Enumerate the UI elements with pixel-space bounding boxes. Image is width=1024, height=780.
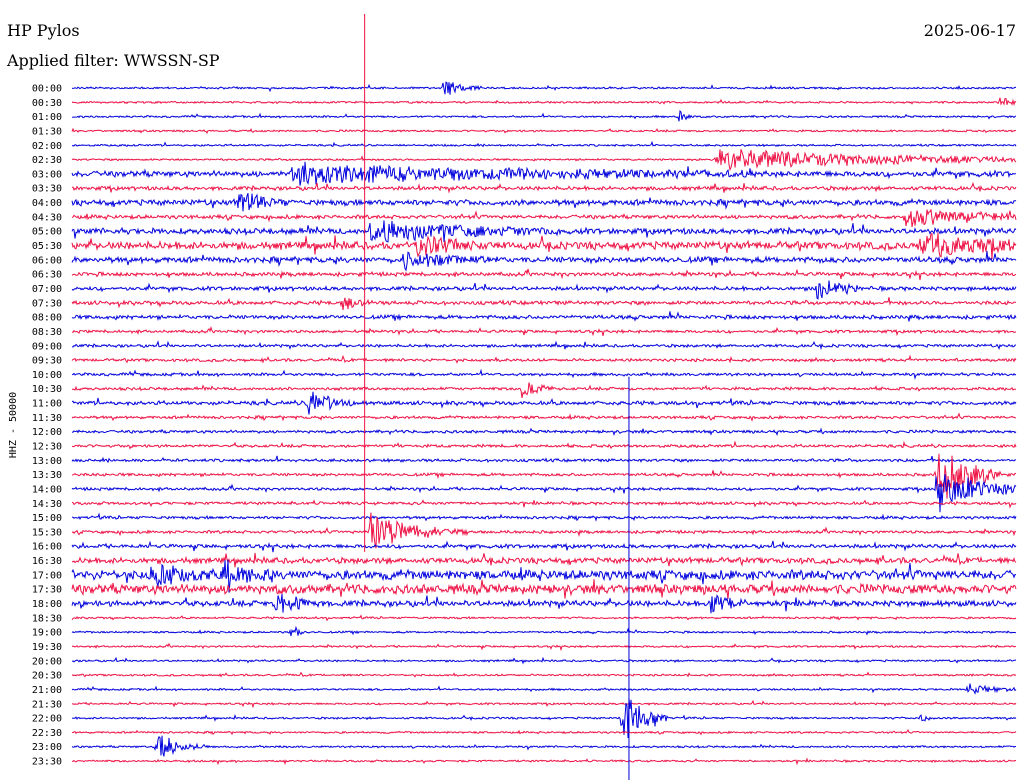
row-time-label: 11:30 bbox=[32, 413, 62, 424]
row-time-label: 22:30 bbox=[32, 728, 62, 739]
row-time-label: 22:00 bbox=[32, 714, 62, 725]
trace-row bbox=[71, 220, 1017, 243]
row-time-label: 19:00 bbox=[32, 628, 62, 639]
row-time-label: 21:00 bbox=[32, 685, 62, 696]
row-time-label: 10:00 bbox=[32, 370, 62, 381]
row-time-label: 23:00 bbox=[32, 742, 62, 753]
trace-row bbox=[71, 97, 1017, 107]
row-time-label: 18:00 bbox=[32, 599, 62, 610]
row-time-label: 08:00 bbox=[32, 313, 62, 324]
trace-row bbox=[71, 140, 1017, 148]
row-time-label: 14:30 bbox=[32, 499, 62, 510]
trace-row bbox=[71, 109, 1017, 122]
trace-row bbox=[71, 455, 1016, 464]
row-time-label: 01:30 bbox=[32, 126, 62, 137]
trace-row bbox=[71, 382, 1016, 398]
row-time-label: 17:30 bbox=[32, 585, 62, 596]
trace-row bbox=[71, 368, 1017, 380]
trace-row bbox=[71, 280, 1017, 300]
row-time-label: 15:30 bbox=[32, 527, 62, 538]
trace-row bbox=[71, 391, 1017, 415]
row-time-label: 07:30 bbox=[32, 298, 62, 309]
trace-row bbox=[71, 552, 1017, 568]
row-time-label: 02:30 bbox=[32, 155, 62, 166]
row-time-label: 02:00 bbox=[32, 141, 62, 152]
row-time-label: 14:00 bbox=[32, 484, 62, 495]
row-time-label: 12:30 bbox=[32, 442, 62, 453]
trace-row bbox=[71, 181, 1017, 194]
trace-row bbox=[71, 232, 1017, 260]
row-time-label: 19:30 bbox=[32, 642, 62, 653]
row-time-label: 00:00 bbox=[32, 84, 62, 95]
trace-row bbox=[71, 311, 1017, 322]
row-time-label: 16:30 bbox=[32, 556, 62, 567]
trace-row bbox=[71, 127, 1017, 134]
row-time-label: 07:00 bbox=[32, 284, 62, 295]
row-time-label: 18:30 bbox=[32, 613, 62, 624]
row-time-label: 04:00 bbox=[32, 198, 62, 209]
trace-row bbox=[71, 540, 1017, 553]
trace-row bbox=[71, 671, 1017, 678]
row-time-label: 06:00 bbox=[32, 255, 62, 266]
trace-row bbox=[71, 757, 1017, 766]
trace-row bbox=[71, 81, 1017, 95]
row-time-label: 20:30 bbox=[32, 671, 62, 682]
trace-row bbox=[71, 614, 1017, 622]
row-time-label: 13:00 bbox=[32, 456, 62, 467]
trace-row bbox=[71, 193, 1017, 212]
trace-row bbox=[71, 656, 1017, 665]
row-time-label: 01:00 bbox=[32, 112, 62, 123]
row-time-label: 04:30 bbox=[32, 212, 62, 223]
trace-row bbox=[71, 325, 1017, 337]
trace-row bbox=[71, 735, 1016, 757]
trace-row bbox=[71, 642, 1017, 652]
trace-row bbox=[71, 354, 1017, 364]
row-time-label: 11:00 bbox=[32, 399, 62, 410]
trace-row bbox=[71, 161, 1017, 186]
row-time-label: 05:30 bbox=[32, 241, 62, 252]
row-time-label: 08:30 bbox=[32, 327, 62, 338]
row-time-label: 10:30 bbox=[32, 384, 62, 395]
trace-row bbox=[71, 579, 1017, 599]
row-time-label: 15:00 bbox=[32, 513, 62, 524]
trace-row bbox=[71, 209, 1017, 228]
trace-row bbox=[71, 699, 1017, 709]
row-time-label: 17:00 bbox=[32, 570, 62, 581]
row-time-label: 05:00 bbox=[32, 227, 62, 238]
row-time-label: 13:30 bbox=[32, 470, 62, 481]
helicorder-plot: HHZ - 50000 00:00 00:30 01:00 01:30 02:00 02:3… bbox=[8, 14, 1017, 780]
row-time-label: 23:30 bbox=[32, 757, 62, 768]
row-time-label: 20:00 bbox=[32, 656, 62, 667]
row-time-label: 09:00 bbox=[32, 341, 62, 352]
trace-row bbox=[71, 512, 1017, 522]
trace-row bbox=[71, 297, 1017, 311]
trace-row bbox=[71, 440, 1017, 450]
trace-row bbox=[72, 728, 1017, 736]
trace-row bbox=[71, 412, 1017, 422]
trace-row bbox=[71, 251, 1017, 272]
trace-row bbox=[71, 268, 1017, 281]
y-axis-label: HHZ - 50000 bbox=[8, 392, 19, 458]
trace-row bbox=[71, 683, 1017, 695]
row-time-label: 21:30 bbox=[32, 699, 62, 710]
trace-row bbox=[71, 340, 1017, 351]
trace-row bbox=[71, 474, 1017, 513]
trace-row bbox=[71, 625, 1017, 637]
trace-row bbox=[71, 499, 1017, 509]
row-time-label: 16:00 bbox=[32, 542, 62, 553]
trace-row bbox=[71, 594, 1017, 614]
row-time-label: 06:30 bbox=[32, 270, 62, 281]
row-time-label: 09:30 bbox=[32, 356, 62, 367]
row-time-label: 03:30 bbox=[32, 184, 62, 195]
trace-row bbox=[71, 149, 1017, 172]
row-time-label: 00:30 bbox=[32, 98, 62, 109]
row-time-label: 03:00 bbox=[32, 169, 62, 180]
trace-row bbox=[71, 427, 1017, 437]
row-time-label: 12:00 bbox=[32, 427, 62, 438]
